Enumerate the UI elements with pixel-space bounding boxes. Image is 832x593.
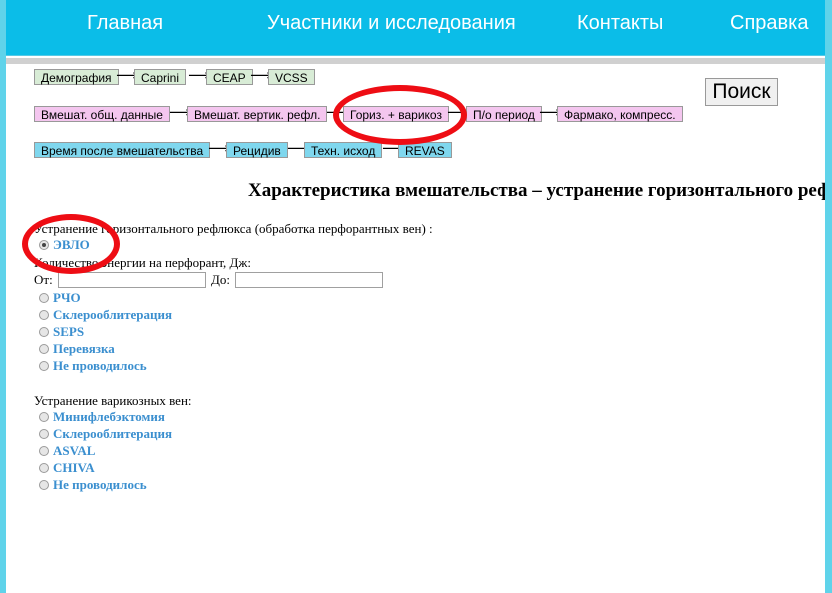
nav-contacts[interactable]: Контакты bbox=[577, 12, 663, 35]
step-postop-period[interactable]: П/о период bbox=[466, 106, 542, 122]
search-button[interactable]: Поиск bbox=[705, 78, 778, 106]
option-varicose-not-performed[interactable]: Не проводилось bbox=[39, 477, 147, 493]
varicose-label: Устранение варикозных вен: bbox=[34, 393, 192, 408]
energy-to-input[interactable] bbox=[235, 272, 383, 288]
radio-icon[interactable] bbox=[39, 446, 49, 457]
energy-label: Количество энергии на перфорант, Дж: bbox=[34, 255, 252, 270]
radio-icon[interactable] bbox=[39, 412, 49, 423]
radio-icon[interactable] bbox=[39, 327, 49, 338]
option-not-performed[interactable]: Не проводилось bbox=[39, 358, 147, 374]
radio-icon[interactable] bbox=[39, 463, 49, 474]
to-label: До: bbox=[211, 272, 230, 287]
step-revas[interactable]: REVAS bbox=[398, 142, 452, 158]
radio-icon[interactable] bbox=[39, 293, 49, 304]
energy-from-input[interactable] bbox=[58, 272, 206, 288]
page-frame bbox=[6, 0, 825, 593]
option-miniphlebectomy[interactable]: Минифлебэктомия bbox=[39, 409, 165, 425]
step-demography[interactable]: Демография bbox=[34, 69, 119, 85]
nav-participants[interactable]: Участники и исследования bbox=[267, 12, 516, 35]
option-seps[interactable]: SEPS bbox=[39, 324, 84, 340]
option-evlo[interactable]: ЭВЛО bbox=[39, 237, 90, 253]
step-ceap[interactable]: CEAP bbox=[206, 69, 253, 85]
option-ligation[interactable]: Перевязка bbox=[39, 341, 115, 357]
step-pharmaco-compression[interactable]: Фармако, компресс. bbox=[557, 106, 683, 122]
step-recurrence[interactable]: Рецидив bbox=[226, 142, 288, 158]
option-varicose-sclerotherapy[interactable]: Склерооблитерация bbox=[39, 426, 172, 442]
page-title: Характеристика вмешательства – устранени… bbox=[248, 180, 825, 201]
from-label: От: bbox=[34, 272, 53, 287]
nav-home[interactable]: Главная bbox=[87, 12, 163, 35]
option-rfa[interactable]: РЧО bbox=[39, 290, 81, 306]
radio-checked-icon[interactable] bbox=[39, 240, 49, 251]
step-horizontal-varicose[interactable]: Гориз. + варикоз bbox=[343, 106, 449, 122]
step-time-after-intervention[interactable]: Время после вмешательства bbox=[34, 142, 211, 158]
radio-icon[interactable] bbox=[39, 310, 49, 321]
option-sclerotherapy[interactable]: Склерооблитерация bbox=[39, 307, 172, 323]
step-vcss[interactable]: VCSS bbox=[268, 69, 315, 85]
step-caprini[interactable]: Caprini bbox=[134, 69, 187, 85]
radio-icon[interactable] bbox=[39, 480, 49, 491]
horizontal-reflux-label: Устранение горизонтального рефлюкса (обр… bbox=[34, 221, 433, 236]
nav-help[interactable]: Справка bbox=[730, 12, 808, 35]
radio-icon[interactable] bbox=[39, 361, 49, 372]
step-technical-outcome[interactable]: Техн. исход bbox=[304, 142, 383, 158]
header-divider bbox=[6, 58, 825, 64]
step-intervention-vertical-reflux[interactable]: Вмешат. вертик. рефл. bbox=[187, 106, 328, 122]
step-intervention-general[interactable]: Вмешат. общ. данные bbox=[34, 106, 170, 122]
option-asval[interactable]: ASVAL bbox=[39, 443, 95, 459]
radio-icon[interactable] bbox=[39, 429, 49, 440]
radio-icon[interactable] bbox=[39, 344, 49, 355]
option-chiva[interactable]: CHIVA bbox=[39, 460, 95, 476]
